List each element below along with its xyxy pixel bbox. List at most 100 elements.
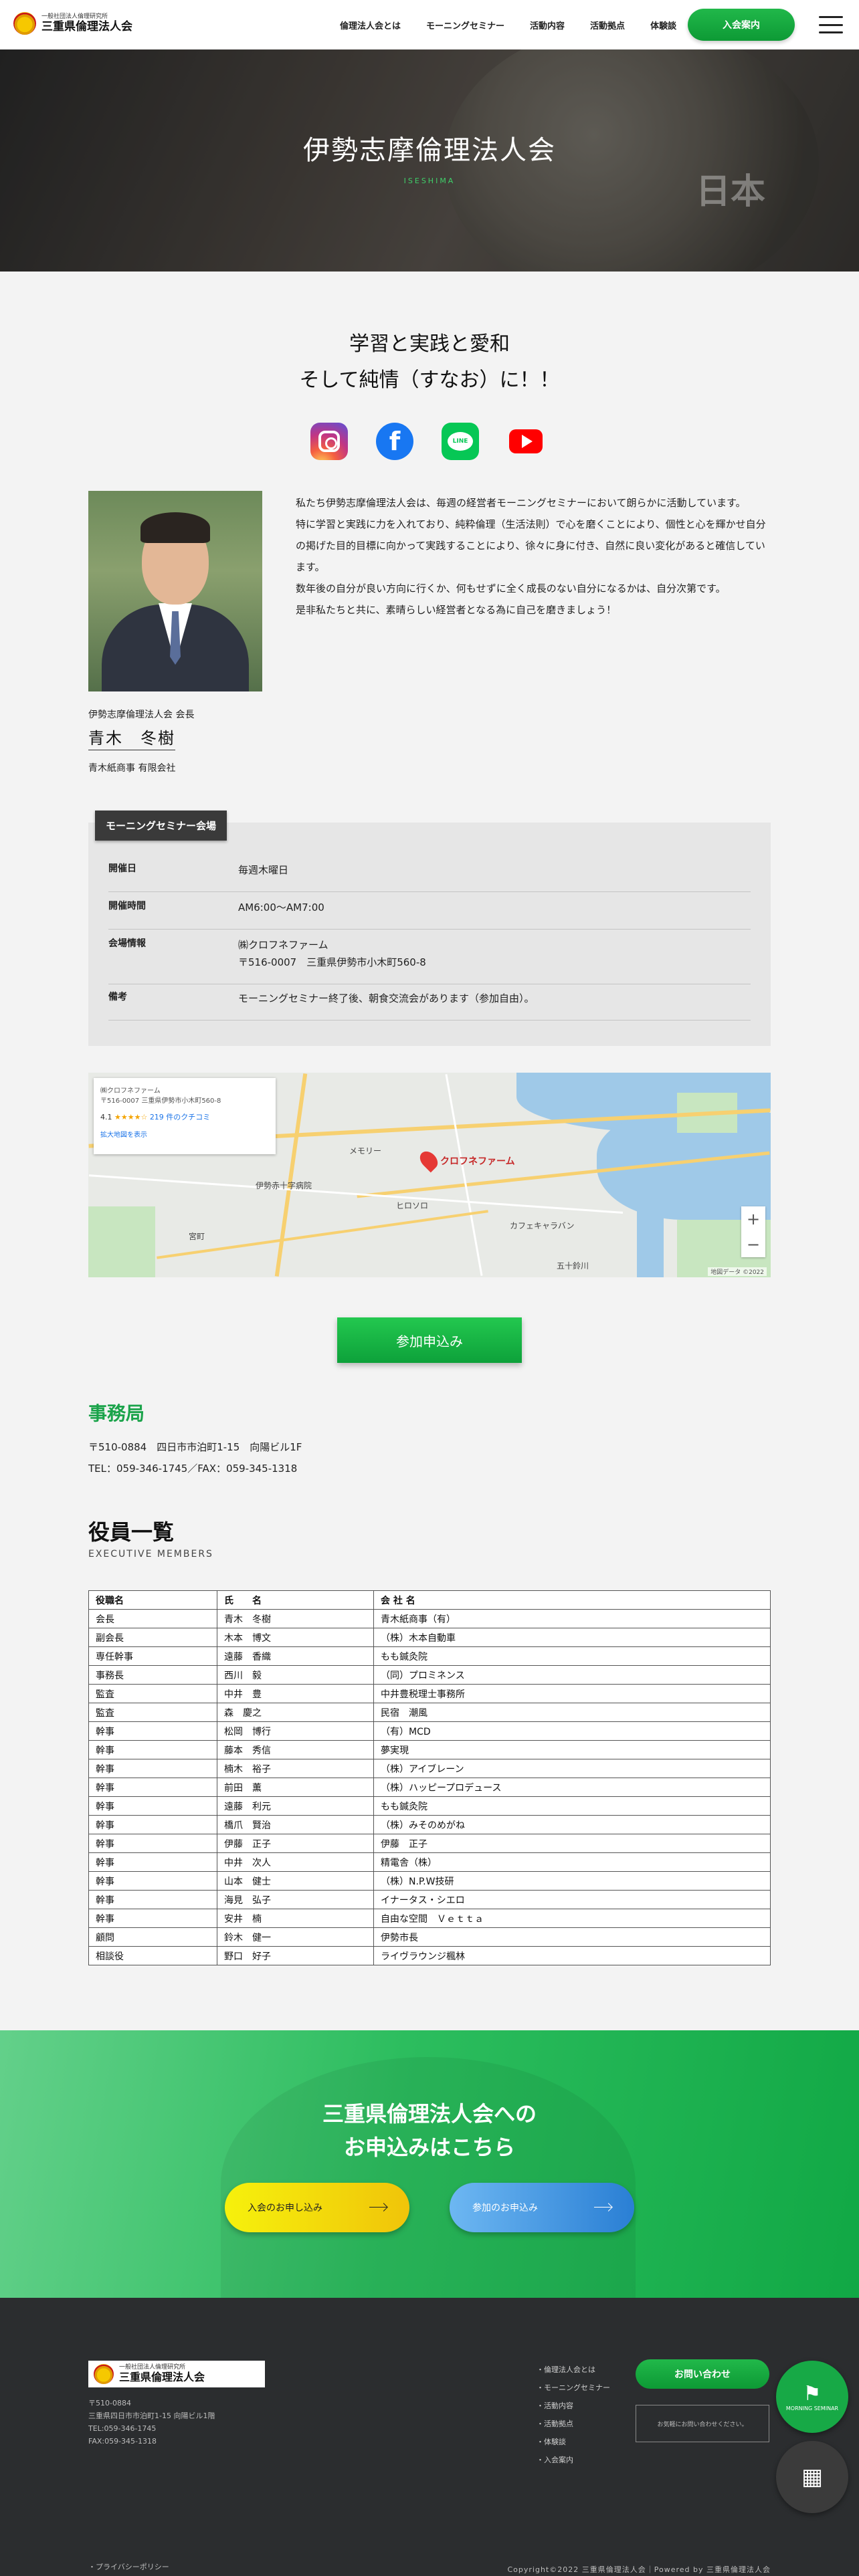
cell-role: 幹事: [88, 1852, 217, 1872]
nav-locations[interactable]: 活動拠点: [590, 19, 625, 31]
hero-banner: 日本 伊勢志摩倫理法人会 ISESHIMA: [0, 49, 859, 272]
map-place-label: カフェキャラバン: [510, 1221, 575, 1230]
line-icon[interactable]: LINE: [442, 423, 479, 460]
intro-paragraph: 特に学習と実践に力を入れており、純粋倫理（生活法則）で心を磨くことにより、個性と…: [296, 518, 766, 573]
seminar-key: 開催日: [108, 863, 136, 874]
cell-company: もも鍼灸院: [373, 1646, 771, 1666]
floating-calendar-button[interactable]: ▦: [776, 2441, 848, 2513]
cell-company: （有）MCD: [373, 1721, 771, 1741]
cell-company: ライヴラウンジ楓林: [373, 1946, 771, 1965]
site-footer: 一般社団法人倫理研究所 三重県倫理法人会 〒510-0884 三重県四日市市泊町…: [0, 2298, 859, 2576]
social-links: f LINE: [310, 423, 545, 460]
chair-title: 伊勢志摩倫理法人会 会長: [88, 710, 195, 720]
contact-notice: お気軽にお問い合わせください。: [636, 2405, 769, 2442]
youtube-icon[interactable]: [507, 423, 545, 460]
venue-name: ㈱クロフネファーム: [238, 939, 328, 951]
seminar-row-venue: 会場情報 ㈱クロフネファーム 〒516-0007 三重県伊勢市小木町560-8: [108, 936, 751, 984]
hamburger-menu-icon[interactable]: [819, 16, 843, 33]
map-card-reviews[interactable]: 219 件のクチコミ: [150, 1113, 211, 1121]
zoom-in-button[interactable]: +: [741, 1206, 765, 1232]
footer-nav-item[interactable]: ・入会案内: [537, 2451, 610, 2469]
cell-name: 楠木 裕子: [217, 1759, 374, 1778]
cell-company: 伊藤 正子: [373, 1834, 771, 1853]
footer-logo[interactable]: 一般社団法人倫理研究所 三重県倫理法人会: [88, 2361, 265, 2387]
intro-paragraph: 是非私たちと共に、素晴らしい経営者となる為に自己を磨きましょう！: [296, 604, 617, 616]
cell-role: 監査: [88, 1684, 217, 1703]
facebook-icon[interactable]: f: [376, 423, 413, 460]
footer-nav-item[interactable]: ・活動拠点: [537, 2415, 610, 2433]
chair-company: 青木紙商事 有限会社: [88, 763, 176, 774]
executives-title: 役員一覧: [88, 1519, 175, 1545]
table-row: 顧問 鈴木 健一 伊勢市長: [88, 1927, 771, 1947]
cell-name: 遠藤 香織: [217, 1646, 374, 1666]
cell-name: 中井 次人: [217, 1852, 374, 1872]
map-marker-icon[interactable]: [416, 1148, 442, 1173]
logo-emblem-icon: [13, 12, 36, 35]
seminar-key: 開催時間: [108, 901, 146, 911]
floating-seminar-button[interactable]: ⚑ MORNING SEMINAR: [776, 2361, 848, 2433]
nav-activities[interactable]: 活動内容: [530, 19, 565, 31]
apply-button[interactable]: 参加申込み: [337, 1317, 522, 1363]
cell-name: 西川 毅: [217, 1665, 374, 1685]
table-row: 監査森 慶之 民宿 潮風: [88, 1703, 771, 1722]
table-row: 専任幹事 遠藤 香織 もも鍼灸院: [88, 1646, 771, 1666]
contact-button[interactable]: お問い合わせ: [636, 2359, 769, 2389]
hero-map-text: 日本: [696, 172, 766, 212]
cell-company: （株）N.P.W技研: [373, 1871, 771, 1891]
nav-about[interactable]: 倫理法人会とは: [340, 19, 401, 31]
table-row: 事務長 西川 毅（同）プロミネンス: [88, 1665, 771, 1685]
table-row: 幹事 藤本 秀信 夢実現: [88, 1740, 771, 1759]
tagline-line: 学習と実践と愛和: [349, 332, 510, 356]
cell-name: 鈴木 健一: [217, 1927, 374, 1947]
cell-company: （同）プロミネンス: [373, 1665, 771, 1685]
instagram-icon[interactable]: [310, 423, 348, 460]
seminar-value: AM6:00〜AM7:00: [238, 901, 324, 914]
table-row: 幹事 橋爪 賢治 （株）みそのめがね: [88, 1815, 771, 1834]
cell-role: 副会長: [88, 1628, 217, 1647]
footer-nav-item[interactable]: ・モーニングセミナー: [537, 2379, 610, 2397]
zoom-out-button[interactable]: −: [741, 1232, 765, 1257]
seminar-label: モーニングセミナー会場: [95, 811, 227, 841]
cell-role: 幹事: [88, 1778, 217, 1797]
cell-name: 遠藤 利元: [217, 1796, 374, 1816]
table-row: 幹事 海見 弘子 イナータス・シエロ: [88, 1890, 771, 1909]
participation-application-button[interactable]: 参加のお申込み: [450, 2183, 634, 2232]
footer-nav-item[interactable]: ・倫理法人会とは: [537, 2361, 610, 2379]
nav-testimonials[interactable]: 体験談: [650, 19, 676, 31]
cell-company: イナータス・シエロ: [373, 1890, 771, 1909]
cell-role: 専任幹事: [88, 1646, 217, 1666]
cell-name: 前田 薫: [217, 1778, 374, 1797]
cell-role: 幹事: [88, 1890, 217, 1909]
cell-company: （株）アイブレーン: [373, 1759, 771, 1778]
flag-icon: ⚑: [803, 2381, 822, 2405]
cell-company: 民宿 潮風: [373, 1703, 771, 1722]
table-row: 幹事 遠藤 利元 もも鍼灸院: [88, 1796, 771, 1816]
map-enlarge-link[interactable]: 拡大地図を表示: [100, 1129, 269, 1139]
cell-company: 夢実現: [373, 1740, 771, 1759]
page-subtitle: ISESHIMA: [403, 177, 456, 185]
join-button[interactable]: 入会案内: [688, 9, 795, 41]
cell-role: 顧問: [88, 1927, 217, 1947]
cell-role: 幹事: [88, 1834, 217, 1853]
site-logo[interactable]: 一般社団法人倫理研究所 三重県倫理法人会: [13, 12, 132, 35]
footer-nav-item[interactable]: ・体験談: [537, 2433, 610, 2451]
executives-subtitle: EXECUTIVE MEMBERS: [88, 1549, 213, 1560]
cell-role: 幹事: [88, 1721, 217, 1741]
privacy-policy-link[interactable]: ・プライバシーポリシー: [88, 2561, 169, 2572]
cell-company: 伊勢市長: [373, 1927, 771, 1947]
cell-name: 松岡 博行: [217, 1721, 374, 1741]
cell-name: 山本 健士: [217, 1871, 374, 1891]
office-address-block: 〒510-0884 四日市市泊町1-15 向陽ビル1F TEL：059-346-…: [88, 1436, 302, 1479]
cell-role: 幹事: [88, 1740, 217, 1759]
cell-name: 中井 豊: [217, 1684, 374, 1703]
footer-nav-item[interactable]: ・活動内容: [537, 2397, 610, 2415]
google-map[interactable]: メモリー 伊勢赤十字病院 ヒロソロ カフェキャラバン 宮町 五十鈴川 クロフネフ…: [88, 1073, 771, 1277]
cell-company: 中井豊税理士事務所: [373, 1684, 771, 1703]
map-marker-label: クロフネファーム: [440, 1156, 515, 1167]
cell-company: 精電舎（株）: [373, 1852, 771, 1872]
map-place-card: ㈱クロフネファーム 〒516-0007 三重県伊勢市小木町560-8 4.1 ★…: [94, 1078, 276, 1154]
map-place-label: ヒロソロ: [396, 1201, 429, 1210]
nav-morning-seminar[interactable]: モーニングセミナー: [426, 19, 504, 31]
intro-text: 私たち伊勢志摩倫理法人会は、毎週の経営者モーニングセミナーにおいて朗らかに活動し…: [296, 492, 771, 621]
join-application-button[interactable]: 入会のお申し込み: [225, 2183, 409, 2232]
